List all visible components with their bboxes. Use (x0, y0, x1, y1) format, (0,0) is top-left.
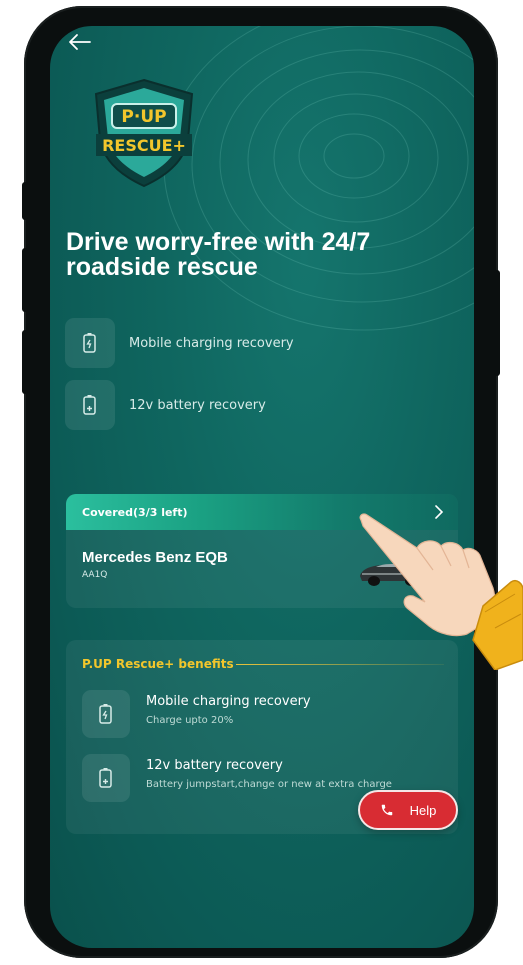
battery-plus-icon (99, 768, 112, 788)
benefit-subtitle: Charge upto 20% (146, 715, 234, 726)
benefit-12v-battery: 12v battery recovery Battery jumpstart,c… (82, 754, 392, 802)
phone-icon (381, 804, 392, 816)
car-name: Mercedes Benz EQB (82, 549, 228, 566)
feature-12v-battery: 12v battery recovery (65, 380, 266, 430)
mobile-charging-icon (99, 704, 112, 724)
benefit-text: Mobile charging recovery Charge upto 20% (146, 694, 311, 726)
help-label: Help (409, 802, 437, 818)
help-button[interactable]: Help (358, 790, 458, 830)
coverage-status: Covered(3/3 left) (82, 505, 188, 519)
benefit-text: 12v battery recovery Battery jumpstart,c… (146, 758, 392, 790)
svg-text:P·UP: P·UP (121, 107, 166, 127)
benefit-icon-box (82, 754, 130, 802)
phone-volume-down-button (22, 330, 28, 394)
benefits-heading: P.UP Rescue+ benefits (82, 657, 234, 671)
battery-plus-icon (83, 395, 96, 415)
phone-side-button (22, 182, 28, 220)
phone-volume-up-button (22, 248, 28, 312)
feature-mobile-charging: Mobile charging recovery (65, 318, 294, 368)
svg-text:RESCUE+: RESCUE+ (102, 136, 186, 155)
benefit-icon-box (82, 690, 130, 738)
back-arrow-icon[interactable] (66, 32, 92, 52)
feature-icon-box (65, 380, 115, 430)
phone-power-button (494, 270, 500, 376)
feature-label: Mobile charging recovery (129, 335, 294, 351)
feature-label: 12v battery recovery (129, 397, 266, 413)
benefit-subtitle: Battery jumpstart,change or new at extra… (146, 779, 392, 790)
benefit-title: 12v battery recovery (146, 758, 283, 773)
feature-icon-box (65, 318, 115, 368)
benefit-title: Mobile charging recovery (146, 694, 311, 709)
car-plate: AA1Q (82, 570, 108, 580)
hero-title: Drive worry-free with 24/7 roadside resc… (66, 228, 371, 281)
benefit-mobile-charging: Mobile charging recovery Charge upto 20% (82, 690, 311, 738)
mobile-charging-icon (83, 333, 96, 353)
pup-rescue-logo: P·UP RESCUE+ (94, 78, 194, 188)
pointing-hand-icon (359, 513, 523, 670)
